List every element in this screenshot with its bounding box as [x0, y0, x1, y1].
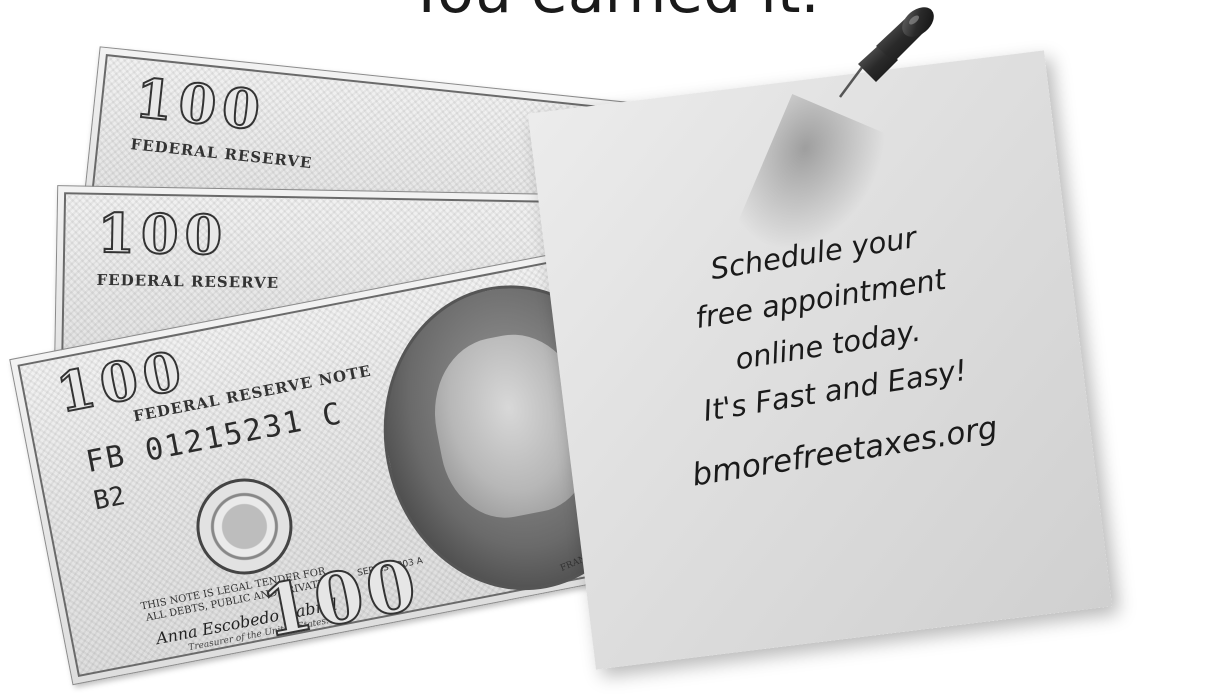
ad-canvas: You earned it. 100 FEDERAL RESERVE 100 F…: [0, 0, 1228, 700]
note-message: Schedule your free appointment online to…: [583, 194, 1076, 512]
bill-federal-reserve-label: FEDERAL RESERVE: [96, 270, 280, 293]
headline: You earned it.: [0, 0, 1228, 22]
bill-denomination: 100: [96, 200, 230, 268]
pushpin-icon: [838, 7, 934, 98]
bill-denomination: 100: [131, 65, 270, 144]
pinned-note: Schedule your free appointment online to…: [527, 50, 1113, 670]
bill-district-code: B2: [91, 481, 128, 517]
